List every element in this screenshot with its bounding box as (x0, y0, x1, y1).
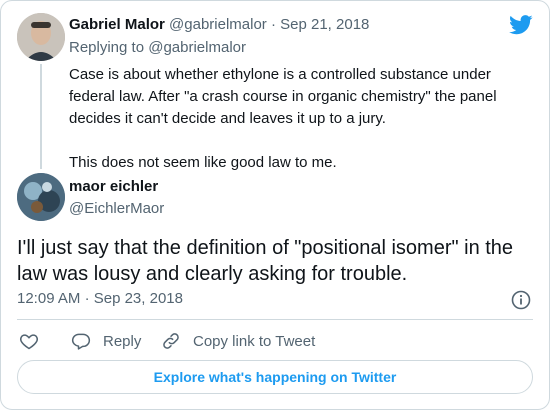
author-handle[interactable]: @gabrielmalor (169, 16, 267, 33)
link-icon (163, 333, 179, 349)
tweet-timestamp[interactable]: 12:09 AM · Sep 23, 2018 (17, 290, 183, 307)
heart-icon (20, 334, 38, 350)
separator: · (84, 290, 90, 307)
replying-to-handle[interactable]: @gabrielmalor (148, 39, 246, 56)
reply-label: Reply (103, 332, 142, 350)
thread-line (40, 64, 42, 169)
tweet-paragraph: Case is about whether ethylone is a cont… (69, 66, 497, 127)
reply-button[interactable]: Reply (71, 331, 141, 351)
like-button[interactable] (19, 331, 51, 351)
tweet-date[interactable]: Sep 21, 2018 (280, 16, 369, 33)
twitter-bird-icon[interactable] (509, 15, 533, 35)
divider (17, 319, 533, 320)
author-name[interactable]: maor eichler (69, 178, 158, 195)
parent-tweet-text: Case is about whether ethylone is a cont… (69, 64, 509, 174)
avatar-image (17, 173, 65, 221)
tweet-time: 12:09 AM (17, 290, 81, 307)
copy-link-label: Copy link to Tweet (193, 332, 316, 350)
copy-link-button[interactable]: Copy link to Tweet (161, 331, 315, 351)
replying-to: Replying to @gabrielmalor (69, 39, 246, 56)
main-tweet-text: I'll just say that the definition of "po… (17, 237, 514, 285)
replying-to-label: Replying to (69, 39, 145, 56)
avatar[interactable] (17, 173, 65, 221)
avatar[interactable] (17, 13, 65, 61)
info-icon[interactable] (511, 290, 531, 310)
parent-tweet-header: Gabriel Malor @gabrielmalor · Sep 21, 20… (69, 16, 369, 33)
explore-button[interactable]: Explore what's happening on Twitter (17, 360, 533, 394)
author-name[interactable]: Gabriel Malor (69, 16, 165, 33)
reply-icon (71, 333, 91, 350)
author-handle[interactable]: @EichlerMaor (69, 200, 164, 217)
tweet-date: Sep 23, 2018 (93, 290, 183, 307)
tweet-paragraph: This does not seem like good law to me. (69, 154, 337, 171)
separator: · (270, 16, 276, 33)
avatar-image (17, 13, 65, 61)
